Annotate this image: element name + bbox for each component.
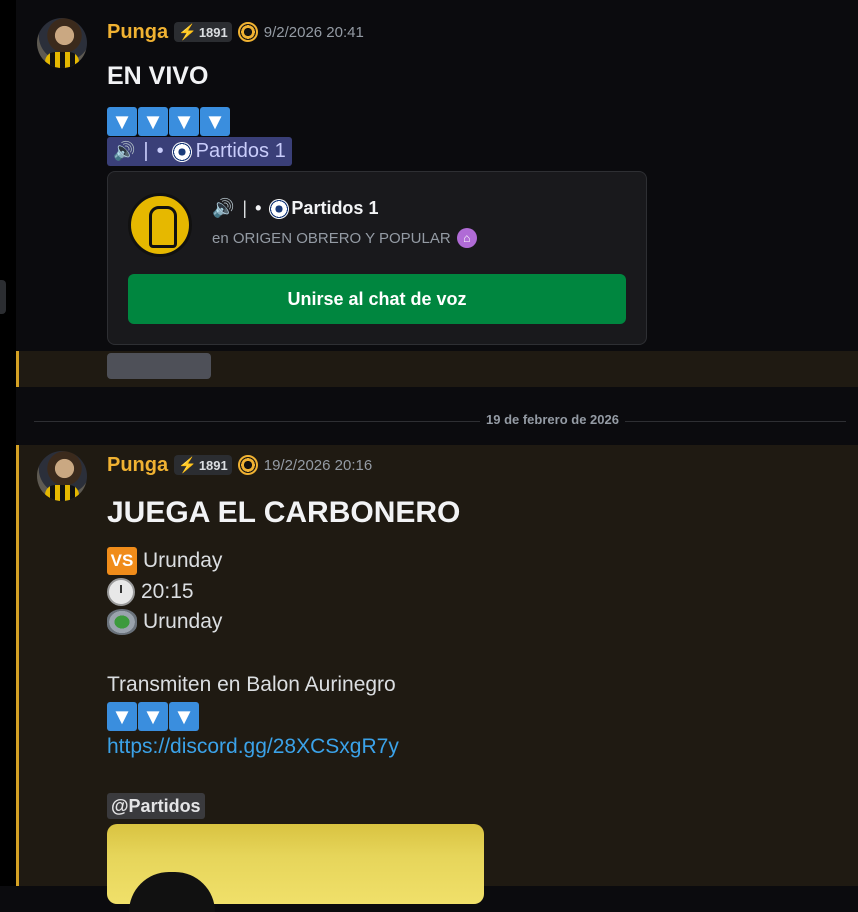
reaction-placeholder[interactable] (107, 353, 211, 379)
server-badge-icon (237, 22, 258, 42)
author-name[interactable]: Punga (107, 454, 168, 477)
mention-bullet: • (156, 140, 164, 162)
voice-card-server: en ORIGEN OBRERO Y POPULAR ⌂ (212, 228, 477, 248)
speaker-icon: 🔊 (212, 198, 235, 218)
join-voice-button[interactable]: Unirse al chat de voz (128, 274, 626, 324)
date-divider-line (34, 421, 846, 422)
clock-icon (107, 578, 135, 606)
down-arrow-icon: ▼ (138, 702, 168, 731)
down-arrow-icon: ▼ (169, 107, 199, 136)
date-divider: 19 de febrero de 2026 (480, 412, 625, 427)
sidebar-handle[interactable] (0, 280, 6, 314)
arrow-emoji-row: ▼ ▼ ▼ ▼ (107, 107, 230, 136)
author-avatar[interactable] (37, 451, 87, 501)
attachment-image[interactable] (107, 824, 484, 912)
guild-tag-number: 1891 (198, 24, 228, 40)
voice-invite-card: 🔊 | • Partidos 1 en ORIGEN OBRERO Y POPU… (107, 171, 647, 345)
message-header: Punga ⚡ 1891 9/2/2026 20:41 (107, 20, 364, 44)
message-title: JUEGA EL CARBONERO (107, 496, 461, 529)
timestamp[interactable]: 9/2/2026 20:41 (264, 24, 364, 41)
time-line: 20:15 (107, 578, 194, 606)
vs-icon: VS (107, 547, 137, 575)
card-bullet: • (255, 198, 262, 218)
card-separator: | (242, 198, 248, 218)
soccer-ball-icon (171, 141, 192, 162)
mention-separator: | (143, 140, 149, 162)
message-header: Punga ⚡ 1891 19/2/2026 20:16 (107, 453, 372, 477)
vs-line: VS Urunday (107, 547, 222, 575)
server-name: en ORIGEN OBRERO Y POPULAR (212, 229, 451, 247)
author-name[interactable]: Punga (107, 21, 168, 44)
venue-name: Urunday (143, 610, 223, 633)
home-icon: ⌂ (456, 228, 477, 248)
venue-line: Urunday (107, 609, 222, 635)
channel-mention[interactable]: 🔊 | • Partidos 1 (107, 137, 292, 166)
role-mention[interactable]: @Partidos (107, 793, 205, 819)
down-arrow-icon: ▼ (107, 107, 137, 136)
speaker-icon: 🔊 (113, 141, 136, 161)
down-arrow-icon: ▼ (169, 702, 199, 731)
broadcast-line: Transmiten en Balon Aurinegro (107, 673, 396, 696)
guild-tag[interactable]: ⚡ 1891 (174, 455, 232, 475)
guild-tag[interactable]: ⚡ 1891 (174, 22, 232, 42)
timestamp[interactable]: 19/2/2026 20:16 (264, 457, 372, 474)
discord-invite-link[interactable]: https://discord.gg/28XCSxgR7y (107, 735, 399, 759)
opponent-name: Urunday (143, 549, 223, 572)
down-arrow-icon: ▼ (107, 702, 137, 731)
guild-tag-number: 1891 (198, 457, 228, 473)
match-time: 20:15 (141, 580, 194, 603)
left-sidebar-edge (0, 0, 16, 886)
server-icon (128, 193, 192, 257)
bolt-icon: ⚡ (178, 457, 197, 474)
message-title: EN VIVO (107, 62, 209, 90)
down-arrow-icon: ▼ (200, 107, 230, 136)
stadium-icon (107, 609, 137, 635)
voice-card-title: 🔊 | • Partidos 1 (212, 198, 378, 219)
author-avatar[interactable] (37, 18, 87, 68)
arrow-emoji-row: ▼ ▼ ▼ (107, 702, 199, 731)
voice-channel-name: Partidos 1 (291, 198, 379, 218)
mention-channel-name: Partidos 1 (195, 140, 286, 162)
soccer-ball-icon (269, 198, 290, 219)
server-badge-icon (237, 455, 258, 475)
bolt-icon: ⚡ (178, 24, 197, 41)
down-arrow-icon: ▼ (138, 107, 168, 136)
